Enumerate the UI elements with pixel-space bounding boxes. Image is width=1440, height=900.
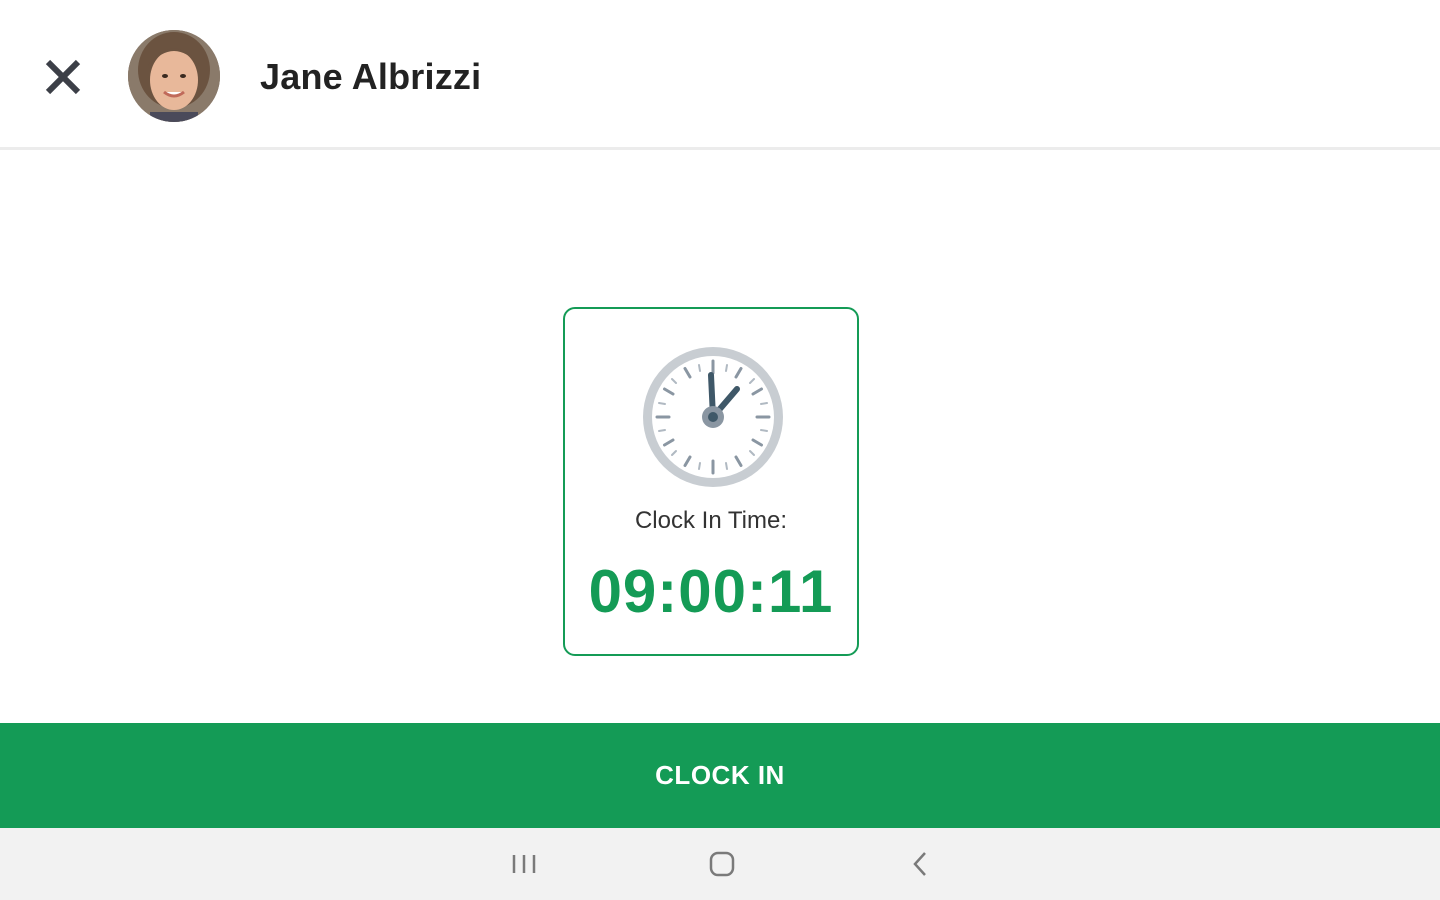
clock-icon-wrapper xyxy=(639,343,787,491)
app-window: Jane Albrizzi Clock In Time: 09:00:11 CL… xyxy=(0,0,1440,900)
back-button[interactable] xyxy=(890,842,950,886)
home-icon[interactable] xyxy=(707,849,737,879)
clock-in-time-label: Clock In Time: xyxy=(634,507,788,534)
clock-icon xyxy=(643,347,783,487)
close-icon[interactable] xyxy=(42,56,84,98)
clock-in-time-value: 09:00:11 xyxy=(588,558,834,625)
clock-in-button[interactable]: CLOCK IN xyxy=(0,723,1440,828)
avatar xyxy=(128,30,220,122)
user-name: Jane Albrizzi xyxy=(260,56,482,97)
clock-in-card: Clock In Time: 09:00:11 xyxy=(563,307,859,656)
header: Jane Albrizzi xyxy=(0,0,1440,150)
system-navigation-bar xyxy=(0,828,1440,900)
close-button[interactable] xyxy=(34,48,92,106)
recent-apps-button[interactable] xyxy=(494,842,554,886)
user-avatar-icon xyxy=(128,30,220,122)
home-button[interactable] xyxy=(692,842,752,886)
recent-apps-icon[interactable] xyxy=(509,851,539,877)
back-icon[interactable] xyxy=(905,849,935,879)
